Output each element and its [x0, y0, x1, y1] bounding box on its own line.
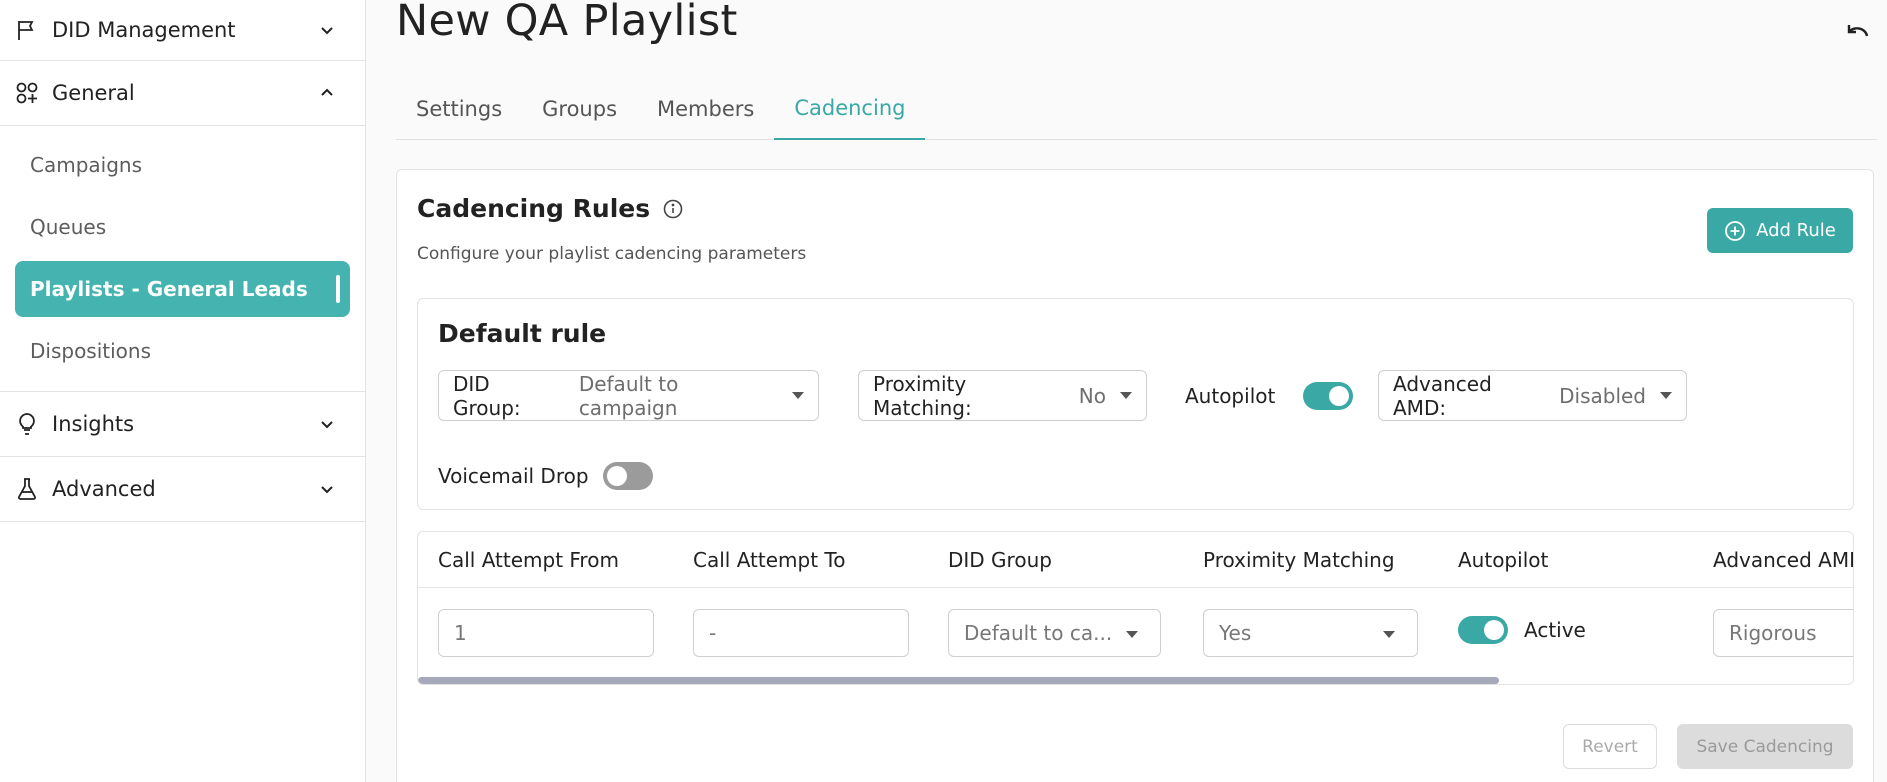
table-header: Call Attempt From Call Attempt To DID Gr…: [418, 532, 1854, 588]
did-group-value: Default to campaign: [578, 371, 679, 420]
tab-bar: Settings Groups Members Cadencing: [396, 84, 1877, 140]
voicemail-drop-control: Voicemail Drop: [438, 462, 653, 490]
plus-circle-icon: [1724, 220, 1746, 242]
caret-down-icon: [792, 392, 804, 399]
nav-section-advanced[interactable]: Advanced: [0, 457, 365, 522]
tab-cadencing[interactable]: Cadencing: [774, 84, 926, 140]
did-group-label: DID Group:: [453, 371, 521, 420]
active-indicator: [336, 275, 340, 303]
advanced-amd-value: Disabled: [1559, 383, 1646, 408]
advanced-amd-label: Advanced AMD:: [1393, 371, 1492, 420]
call-attempt-to-input[interactable]: -: [693, 609, 909, 657]
nav-section-did-management[interactable]: DID Management: [0, 0, 365, 61]
autopilot-control: Autopilot: [1185, 382, 1354, 410]
sidebar-item-playlists[interactable]: Playlists - General Leads: [15, 261, 350, 317]
default-rule-panel: Default rule DID Group: Default to campa…: [417, 298, 1854, 510]
column-header: DID Group: [948, 548, 1052, 572]
info-icon[interactable]: [662, 198, 684, 220]
sidebar-item-campaigns[interactable]: Campaigns: [15, 137, 350, 193]
nav-section-general[interactable]: General: [0, 61, 365, 126]
select-value: Yes: [1219, 621, 1252, 645]
sidebar: DID Management General Campaigns Queues …: [0, 0, 366, 782]
tab-settings[interactable]: Settings: [396, 84, 522, 140]
row-autopilot-toggle[interactable]: [1458, 616, 1508, 644]
column-header: Call Attempt To: [693, 548, 846, 572]
tab-members[interactable]: Members: [637, 84, 774, 140]
toggle-knob: [606, 466, 627, 486]
tab-groups[interactable]: Groups: [522, 84, 637, 140]
nav-section-insights[interactable]: Insights: [0, 392, 365, 457]
sidebar-item-label: Campaigns: [30, 153, 143, 177]
cadencing-subtitle: Configure your playlist cadencing parame…: [417, 244, 807, 264]
call-attempt-from-input[interactable]: 1: [438, 609, 654, 657]
nav-section-label: Insights: [52, 412, 135, 436]
main-content: New QA Playlist Settings Groups Members …: [366, 0, 1887, 782]
cadencing-title: Cadencing Rules: [417, 194, 684, 223]
undo-icon[interactable]: [1843, 16, 1873, 46]
lightbulb-icon: [14, 411, 40, 437]
cadencing-rules-table: Call Attempt From Call Attempt To DID Gr…: [417, 531, 1854, 685]
chevron-down-icon[interactable]: [317, 414, 337, 434]
select-value: Default to ca...: [964, 621, 1113, 645]
select-value: Rigorous: [1729, 621, 1817, 645]
input-value: 1: [454, 621, 467, 645]
row-autopilot-status: Active: [1524, 618, 1586, 642]
revert-button[interactable]: Revert: [1563, 724, 1657, 769]
default-rule-title: Default rule: [438, 319, 607, 348]
toggle-knob: [1484, 620, 1504, 640]
proximity-matching-select[interactable]: Proximity Matching: No: [858, 370, 1147, 421]
voicemail-drop-toggle[interactable]: [602, 462, 653, 490]
proximity-label: Proximity Matching:: [873, 371, 972, 420]
save-cadencing-button[interactable]: Save Cadencing: [1677, 724, 1853, 769]
flag-icon: [14, 17, 40, 43]
sidebar-item-label: Queues: [30, 215, 107, 239]
sidebar-item-queues[interactable]: Queues: [15, 199, 350, 255]
advanced-amd-select[interactable]: Advanced AMD: Disabled: [1378, 370, 1687, 421]
page-title: New QA Playlist: [396, 0, 738, 46]
autopilot-toggle[interactable]: [1303, 382, 1354, 410]
row-did-group-select[interactable]: Default to ca...: [948, 609, 1161, 657]
nav-section-label: DID Management: [52, 18, 236, 42]
sidebar-item-label: Playlists - General Leads: [30, 277, 308, 301]
sidebar-item-label: Dispositions: [30, 339, 152, 363]
did-group-select[interactable]: DID Group: Default to campaign: [438, 370, 819, 421]
row-proximity-select[interactable]: Yes: [1203, 609, 1418, 657]
nav-section-label: Advanced: [52, 477, 156, 501]
chevron-down-icon[interactable]: [317, 20, 337, 40]
row-advanced-amd-select[interactable]: Rigorous: [1713, 609, 1853, 657]
autopilot-label: Autopilot: [1185, 384, 1276, 408]
flask-icon: [14, 476, 40, 502]
cadencing-title-text: Cadencing Rules: [417, 194, 651, 223]
caret-down-icon: [1120, 392, 1132, 399]
toggle-knob: [1329, 386, 1350, 406]
voicemail-drop-label: Voicemail Drop: [438, 464, 589, 488]
row-autopilot-control: Active: [1458, 616, 1586, 644]
cadencing-card: Cadencing Rules Configure your playlist …: [396, 169, 1874, 782]
column-header: Proximity Matching: [1203, 548, 1395, 572]
chevron-down-icon[interactable]: [317, 479, 337, 499]
general-subnav: Campaigns Queues Playlists - General Lea…: [0, 126, 365, 392]
input-value: -: [709, 621, 717, 645]
chevron-up-icon[interactable]: [317, 83, 337, 103]
caret-down-icon: [1126, 631, 1138, 638]
column-header: Autopilot: [1458, 548, 1549, 572]
nav-section-label: General: [52, 81, 135, 105]
horizontal-scrollbar[interactable]: [418, 677, 1499, 684]
shapes-icon: [14, 80, 40, 106]
caret-down-icon: [1383, 631, 1395, 638]
proximity-value: No: [1078, 383, 1106, 408]
add-rule-button[interactable]: Add Rule: [1707, 208, 1853, 253]
add-rule-label: Add Rule: [1756, 220, 1836, 241]
sidebar-item-dispositions[interactable]: Dispositions: [15, 323, 350, 379]
caret-down-icon: [1660, 392, 1672, 399]
column-header: Advanced AMD: [1713, 548, 1854, 572]
column-header: Call Attempt From: [438, 548, 619, 572]
